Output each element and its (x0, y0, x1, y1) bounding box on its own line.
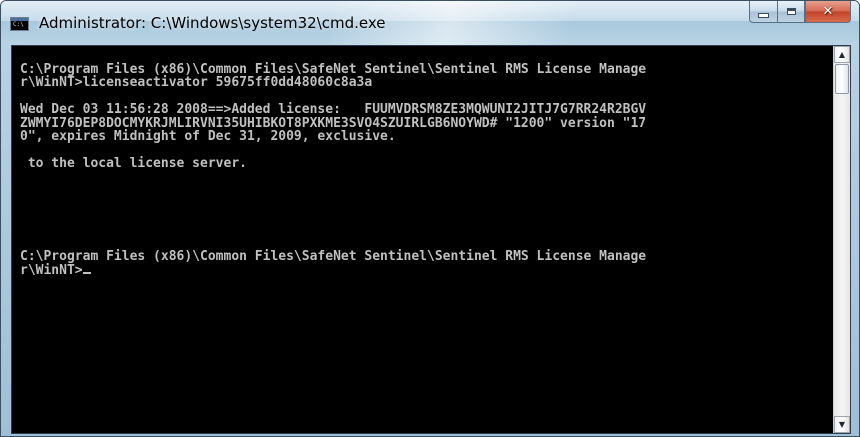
minimize-button[interactable] (749, 1, 777, 23)
console-line: ZWMYI76DEP8DOCMYKRJMLIRVNI35UHIBKOT8PXKM… (20, 115, 647, 131)
maximize-button[interactable] (777, 1, 805, 23)
minimize-icon (758, 13, 769, 18)
close-button[interactable]: ✕ (805, 1, 851, 23)
window-title: Administrator: C:\Windows\system32\cmd.e… (39, 14, 386, 32)
arrow-up-icon: ▲ (838, 50, 846, 59)
maximize-icon (786, 8, 796, 15)
caption-buttons: ✕ (749, 1, 851, 23)
scroll-thumb[interactable] (835, 64, 849, 94)
vertical-scrollbar[interactable]: ▲ ▼ (833, 46, 850, 433)
console-icon-glyph: C:\ (13, 21, 24, 28)
console-text: C:\Program Files (x86)\Common Files\Safe… (12, 46, 834, 277)
scroll-up-button[interactable]: ▲ (834, 46, 850, 63)
console-line: 0", expires Midnight of Dec 31, 2009, ex… (20, 128, 396, 144)
console-line: Wed Dec 03 11:56:28 2008==>Added license… (20, 102, 647, 118)
cmd-window: C:\ Administrator: C:\Windows\system32\c… (0, 0, 860, 437)
console-prompt: r\WinNT> (20, 262, 83, 278)
console-icon[interactable]: C:\ (10, 17, 29, 31)
console-frame: C:\Program Files (x86)\Common Files\Safe… (11, 45, 851, 434)
console-line: C:\Program Files (x86)\Common Files\Safe… (20, 62, 647, 77)
console-line: to the local license server. (20, 155, 247, 171)
console-line: r\WinNT>licenseactivator 59675ff0dd48060… (20, 75, 373, 91)
console-output[interactable]: C:\Program Files (x86)\Common Files\Safe… (12, 46, 834, 433)
close-icon: ✕ (822, 4, 834, 19)
text-cursor (82, 271, 91, 274)
console-line: C:\Program Files (x86)\Common Files\Safe… (20, 249, 647, 265)
arrow-down-icon: ▼ (838, 420, 846, 429)
title-bar[interactable]: C:\ Administrator: C:\Windows\system32\c… (1, 1, 859, 45)
scroll-down-button[interactable]: ▼ (834, 416, 850, 433)
console-prompt-line[interactable]: r\WinNT> (20, 264, 834, 277)
